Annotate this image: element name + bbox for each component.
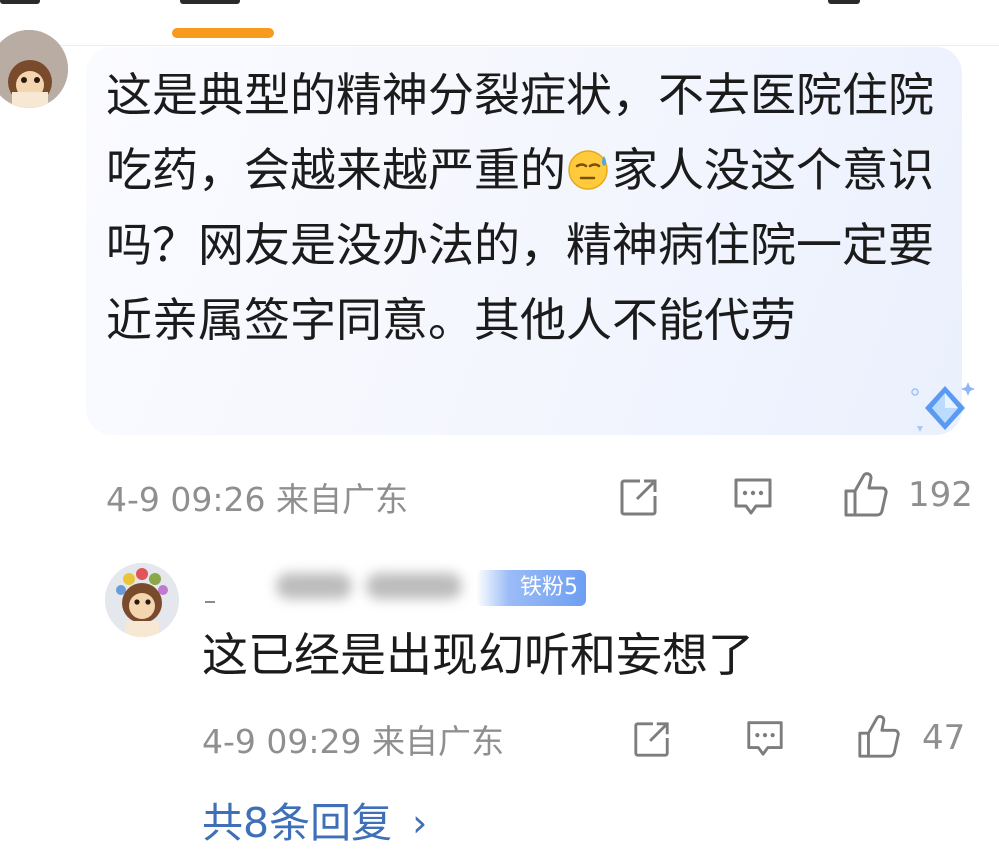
comment-time-location: 4-9 09:26 来自广东 (106, 480, 408, 519)
chevron-right-icon: › (412, 801, 428, 845)
diamond-badge-icon (905, 378, 975, 438)
reply-meta: 4-9 09:29 来自广东 (202, 714, 504, 764)
tab-active-cutoff[interactable] (180, 0, 240, 4)
reply-time-location: 4-9 09:29 来自广东 (202, 722, 504, 761)
comment-text: 这是典型的精神分裂症状，不去医院住院吃药，会越来越严重的 家人没这个意识吗？网友… (106, 68, 934, 347)
share-icon[interactable] (618, 476, 660, 518)
blurred-username (276, 573, 352, 599)
like-icon[interactable] (842, 471, 890, 519)
share-icon[interactable] (632, 719, 672, 759)
username-mark (205, 601, 215, 603)
like-count: 192 (908, 475, 973, 515)
tab-left-cutoff[interactable] (0, 0, 40, 4)
header-divider (0, 45, 999, 46)
fan-level-badge: 铁粉5 (476, 570, 586, 606)
like-count: 47 (922, 718, 966, 758)
reply-avatar[interactable] (105, 563, 179, 637)
comment-thread-page: 这是典型的精神分裂症状，不去医院住院吃药，会越来越严重的 家人没这个意识吗？网友… (0, 0, 999, 863)
comment-icon[interactable] (731, 474, 775, 518)
blurred-username (366, 573, 462, 599)
comment-icon[interactable] (744, 717, 786, 759)
more-replies-link[interactable]: 共8条回复 › (202, 795, 427, 851)
reply-text: 这已经是出现幻听和妄想了 (202, 628, 754, 682)
tab-right-cutoff[interactable] (828, 0, 860, 4)
top-tab-strip (0, 0, 999, 46)
active-tab-indicator (172, 28, 274, 38)
comment-meta: 4-9 09:26 来自广东 (106, 472, 408, 522)
like-icon[interactable] (856, 714, 902, 760)
sweat-emoji-icon (566, 139, 612, 190)
more-replies-label: 共8条回复 (202, 799, 393, 847)
